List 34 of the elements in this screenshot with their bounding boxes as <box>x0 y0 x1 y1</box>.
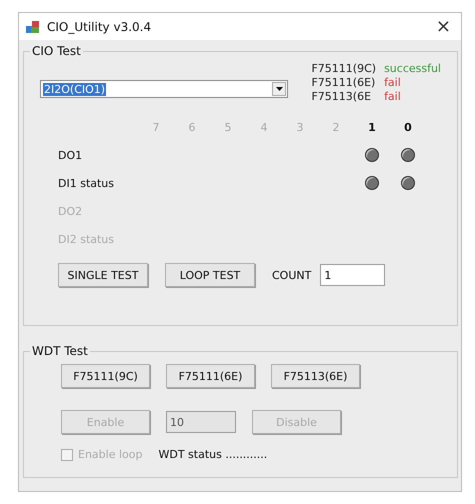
row-label: DI2 status <box>58 232 116 246</box>
chip-button[interactable]: F75111(6E) <box>166 364 255 388</box>
bit-number: 4 <box>260 120 268 134</box>
group-title: CIO Test <box>31 44 82 58</box>
close-button[interactable]: × <box>432 16 455 37</box>
dropdown[interactable]: 2I2O(CIO1) <box>40 80 288 98</box>
row-label: DO1 <box>58 148 84 162</box>
app-icon <box>25 18 41 34</box>
row-label: DI1 status <box>58 176 116 190</box>
row-label: DO2 <box>58 204 84 218</box>
test-result: fail <box>384 90 402 103</box>
chip-name: F75111(9C) <box>311 62 376 75</box>
caret-icon <box>276 87 282 91</box>
bit-number: 1 <box>368 120 376 134</box>
chip-name: F75113(6E <box>311 90 372 103</box>
bit-number: 7 <box>152 120 160 134</box>
bit-number: 3 <box>296 120 304 134</box>
bit-number: 0 <box>404 120 412 134</box>
count-label: COUNT <box>272 268 312 282</box>
chip-name: F75111(6E) <box>311 76 376 89</box>
test-button[interactable]: SINGLE TEST <box>58 263 148 287</box>
test-result: successful <box>384 62 441 75</box>
window-title: CIO_Utility v3.0.4 <box>47 20 152 34</box>
test-button[interactable]: LOOP TEST <box>165 263 255 287</box>
dropdown-button[interactable] <box>272 82 286 96</box>
count-field[interactable]: 1 <box>320 264 386 286</box>
test-result: fail <box>384 76 402 89</box>
chip-button[interactable]: F75113(6E) <box>271 364 360 388</box>
group-title: WDT Test <box>31 344 89 358</box>
bit-number: 6 <box>188 120 196 134</box>
chip-button[interactable]: F75111(9C) <box>61 364 150 388</box>
bit-number: 5 <box>224 120 232 134</box>
bit-number: 2 <box>332 120 340 134</box>
wdt-status: WDT status ............ <box>158 448 268 461</box>
